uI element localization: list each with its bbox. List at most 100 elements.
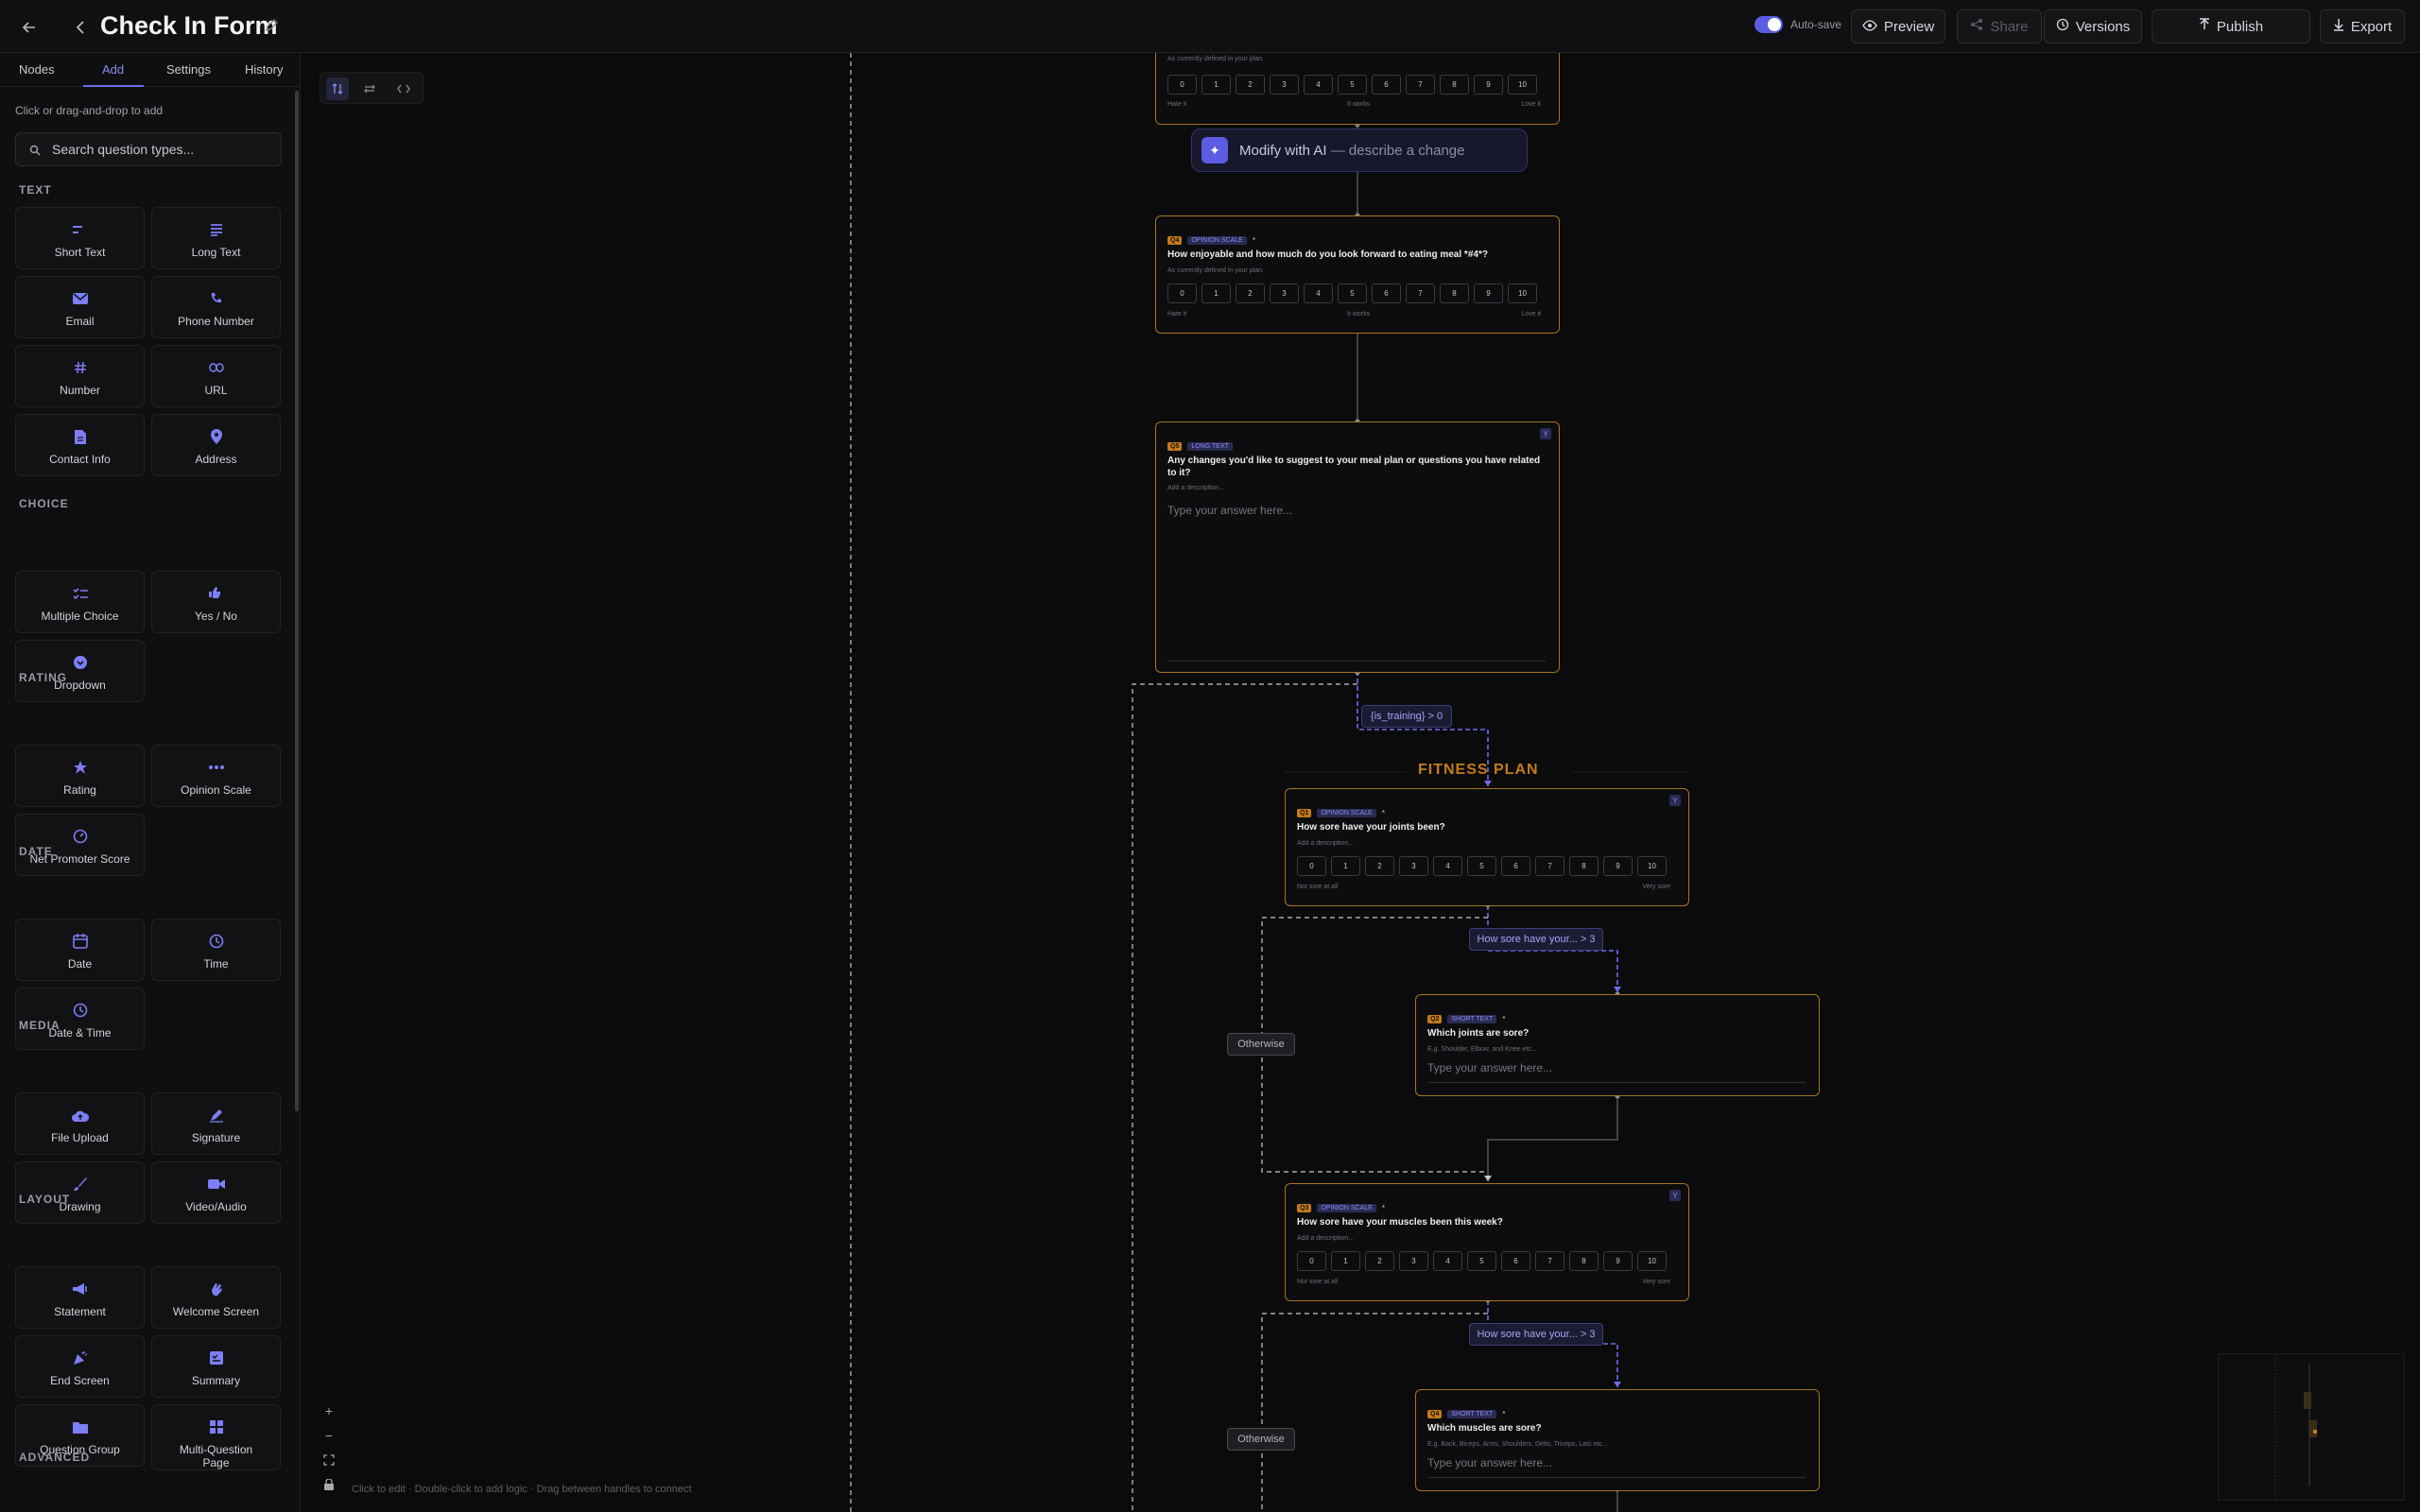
tab-nodes[interactable]: Nodes [19, 62, 55, 77]
card-description[interactable]: As currently defined in your plan. [1167, 267, 1264, 274]
question-card[interactable]: Y Q1 OPINION SCALE * How sore have your … [1285, 788, 1689, 906]
scale-option[interactable]: 2 [1236, 75, 1265, 94]
question-text[interactable]: Which joints are sore? [1427, 1027, 1787, 1040]
logic-condition[interactable]: How sore have your... > 3 [1469, 1323, 1603, 1346]
chevron-left-icon[interactable] [68, 15, 93, 40]
add-time[interactable]: Time [151, 919, 281, 981]
scale-option[interactable]: 9 [1474, 284, 1503, 303]
scale-option[interactable]: 5 [1338, 284, 1367, 303]
scale-option[interactable]: 4 [1433, 1251, 1462, 1271]
scale-option[interactable]: 6 [1501, 1251, 1530, 1271]
autosave-toggle[interactable] [1754, 16, 1783, 33]
scale-option[interactable]: 8 [1569, 856, 1599, 876]
add-email[interactable]: Email [15, 276, 145, 338]
search-input[interactable] [52, 142, 269, 157]
scale-option[interactable]: 9 [1603, 1251, 1633, 1271]
add-number[interactable]: Number [15, 345, 145, 407]
tab-history[interactable]: History [245, 62, 283, 77]
question-card[interactable]: Q4 OPINION SCALE * How enjoyable and how… [1155, 215, 1560, 334]
scale-option[interactable]: 3 [1270, 75, 1299, 94]
answer-placeholder[interactable]: Type your answer here... [1427, 1456, 1552, 1469]
card-description[interactable]: E.g. Back, Biceps, Arms, Shoulders, Delt… [1427, 1441, 1608, 1448]
add-rating[interactable]: Rating [15, 745, 145, 807]
question-card[interactable]: Q4 SHORT TEXT * Which muscles are sore? … [1415, 1389, 1820, 1491]
card-description[interactable]: Add a description... [1167, 485, 1224, 491]
add-date[interactable]: Date [15, 919, 145, 981]
scale-option[interactable]: 10 [1637, 1251, 1667, 1271]
add-end-screen[interactable]: End Screen [15, 1335, 145, 1398]
scale-option[interactable]: 2 [1236, 284, 1265, 303]
flow-canvas[interactable]: As currently defined in your plan. 01234… [301, 53, 2420, 1512]
scale-option[interactable]: 3 [1399, 1251, 1428, 1271]
logic-filter-icon[interactable]: Y [1540, 428, 1551, 439]
logic-filter-icon[interactable]: Y [1669, 1190, 1681, 1201]
scale-option[interactable]: 5 [1467, 856, 1496, 876]
add-signature[interactable]: Signature [151, 1092, 281, 1155]
add-statement[interactable]: Statement [15, 1266, 145, 1329]
add-short-text[interactable]: Short Text [15, 207, 145, 269]
publish-button[interactable]: Publish [2152, 9, 2310, 43]
question-text[interactable]: Any changes you'd like to suggest to you… [1167, 455, 1541, 479]
question-card[interactable]: As currently defined in your plan. 01234… [1155, 53, 1560, 125]
scale-option[interactable]: 1 [1201, 284, 1231, 303]
scale-option[interactable]: 4 [1433, 856, 1462, 876]
scale-option[interactable]: 2 [1365, 856, 1394, 876]
scale-option[interactable]: 4 [1304, 75, 1333, 94]
scale-option[interactable]: 1 [1331, 856, 1360, 876]
scale-option[interactable]: 7 [1406, 75, 1435, 94]
add-url[interactable]: URL [151, 345, 281, 407]
question-text[interactable]: How sore have your joints been? [1297, 821, 1656, 833]
card-description[interactable]: Add a description... [1297, 840, 1354, 847]
scale-option[interactable]: 10 [1508, 284, 1537, 303]
scale-option[interactable]: 5 [1338, 75, 1367, 94]
otherwise-label[interactable]: Otherwise [1227, 1428, 1295, 1451]
scale-option[interactable]: 8 [1569, 1251, 1599, 1271]
scale-option[interactable]: 10 [1637, 856, 1667, 876]
add-summary[interactable]: Summary [151, 1335, 281, 1398]
preview-button[interactable]: Preview [1851, 9, 1945, 43]
scale-option[interactable]: 7 [1535, 1251, 1564, 1271]
scale-option[interactable]: 3 [1399, 856, 1428, 876]
scale-option[interactable]: 6 [1501, 856, 1530, 876]
fit-view-icon[interactable] [320, 1452, 337, 1469]
scale-option[interactable]: 0 [1167, 284, 1197, 303]
card-description[interactable]: Add a description... [1297, 1235, 1354, 1242]
export-button[interactable]: Export [2320, 9, 2405, 43]
sidebar-scrollbar[interactable] [295, 91, 299, 1111]
versions-button[interactable]: Versions [2044, 9, 2142, 43]
lock-icon[interactable] [320, 1476, 337, 1493]
horizontal-layout-icon[interactable] [358, 77, 381, 100]
scale-option[interactable]: 7 [1406, 284, 1435, 303]
page-title[interactable]: Check In Form [100, 11, 278, 41]
scale-option[interactable]: 7 [1535, 856, 1564, 876]
question-type-search[interactable] [15, 132, 282, 166]
minimap[interactable] [2218, 1353, 2405, 1502]
scale-option[interactable]: 5 [1467, 1251, 1496, 1271]
scale-option[interactable]: 9 [1603, 856, 1633, 876]
add-long-text[interactable]: Long Text [151, 207, 281, 269]
add-welcome-screen[interactable]: Welcome Screen [151, 1266, 281, 1329]
add-file-upload[interactable]: File Upload [15, 1092, 145, 1155]
answer-placeholder[interactable]: Type your answer here... [1167, 504, 1292, 517]
scale-option[interactable]: 6 [1372, 75, 1401, 94]
zoom-in-icon[interactable]: + [320, 1402, 337, 1419]
share-button[interactable]: Share [1957, 9, 2042, 43]
logic-condition[interactable]: How sore have your... > 3 [1469, 928, 1603, 951]
answer-placeholder[interactable]: Type your answer here... [1427, 1061, 1552, 1074]
scale-option[interactable]: 9 [1474, 75, 1503, 94]
otherwise-label[interactable]: Otherwise [1227, 1033, 1295, 1056]
card-description[interactable]: E.g. Shoulder, Elbow, and Knee etc... [1427, 1046, 1537, 1053]
group-title[interactable]: FITNESS PLAN [1418, 762, 1539, 779]
pencil-icon[interactable] [264, 18, 281, 35]
add-contact-info[interactable]: Contact Info [15, 414, 145, 476]
add-opinion-scale[interactable]: Opinion Scale [151, 745, 281, 807]
scale-option[interactable]: 2 [1365, 1251, 1394, 1271]
scale-option[interactable]: 8 [1440, 284, 1469, 303]
logic-condition[interactable]: {is_training} > 0 [1361, 705, 1452, 728]
logic-filter-icon[interactable]: Y [1669, 795, 1681, 806]
scale-option[interactable]: 3 [1270, 284, 1299, 303]
scale-option[interactable]: 0 [1167, 75, 1197, 94]
add-multiple-choice[interactable]: Multiple Choice [15, 571, 145, 633]
tab-settings[interactable]: Settings [166, 62, 211, 77]
question-text[interactable]: Which muscles are sore? [1427, 1422, 1787, 1435]
